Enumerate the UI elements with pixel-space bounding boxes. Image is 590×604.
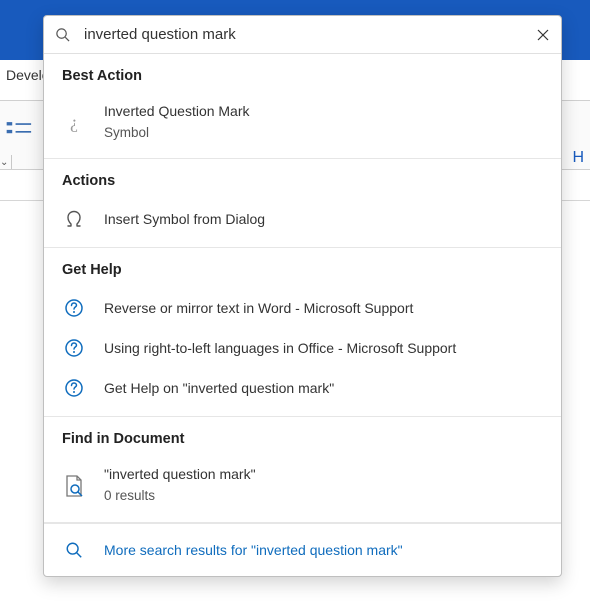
result-insert-symbol-dialog[interactable]: Insert Symbol from Dialog (44, 199, 561, 239)
clear-search-button[interactable] (535, 27, 551, 43)
omega-icon (62, 207, 86, 231)
search-icon (54, 27, 70, 43)
tell-me-search-panel: Best Action ¿ Inverted Question Mark Sym… (43, 15, 562, 577)
result-sub-label: Symbol (104, 124, 250, 143)
search-icon (62, 538, 86, 562)
result-label: Insert Symbol from Dialog (104, 210, 265, 230)
section-title-actions: Actions (44, 169, 561, 199)
section-title-get-help: Get Help (44, 258, 561, 288)
result-find-in-document[interactable]: "inverted question mark" 0 results (44, 457, 561, 513)
more-search-results[interactable]: More search results for "inverted questi… (44, 523, 561, 576)
dropdown-caret[interactable]: ⌄ (0, 155, 14, 169)
section-title-best-action: Best Action (44, 64, 561, 94)
result-label: Using right-to-left languages in Office … (104, 339, 456, 359)
help-letter: H (572, 149, 584, 167)
search-input[interactable] (84, 26, 535, 43)
result-label: Inverted Question Mark Symbol (104, 102, 250, 142)
help-circle-icon (62, 296, 86, 320)
result-inverted-question-mark[interactable]: ¿ Inverted Question Mark Symbol (44, 94, 561, 150)
result-label: "inverted question mark" 0 results (104, 465, 256, 505)
document-search-icon (62, 474, 86, 498)
bullet-list-icon[interactable] (6, 121, 36, 143)
section-title-find: Find in Document (44, 427, 561, 457)
more-results-link: More search results for "inverted questi… (104, 542, 403, 558)
search-input-row (44, 16, 561, 54)
section-best-action: Best Action ¿ Inverted Question Mark Sym… (44, 54, 561, 159)
section-find-in-document: Find in Document "inverted question mark… (44, 417, 561, 522)
result-help-on-query[interactable]: Get Help on "inverted question mark" (44, 368, 561, 408)
inverted-question-mark-icon: ¿ (62, 110, 86, 134)
section-get-help: Get Help Reverse or mirror text in Word … (44, 248, 561, 417)
result-help-reverse-mirror[interactable]: Reverse or mirror text in Word - Microso… (44, 288, 561, 328)
result-help-rtl-languages[interactable]: Using right-to-left languages in Office … (44, 328, 561, 368)
result-label: Get Help on "inverted question mark" (104, 379, 334, 399)
result-primary-label: "inverted question mark" (104, 466, 256, 482)
result-label: Reverse or mirror text in Word - Microso… (104, 299, 413, 319)
section-actions: Actions Insert Symbol from Dialog (44, 159, 561, 248)
help-circle-icon (62, 336, 86, 360)
result-sub-label: 0 results (104, 487, 256, 506)
result-primary-label: Inverted Question Mark (104, 103, 250, 119)
help-circle-icon (62, 376, 86, 400)
